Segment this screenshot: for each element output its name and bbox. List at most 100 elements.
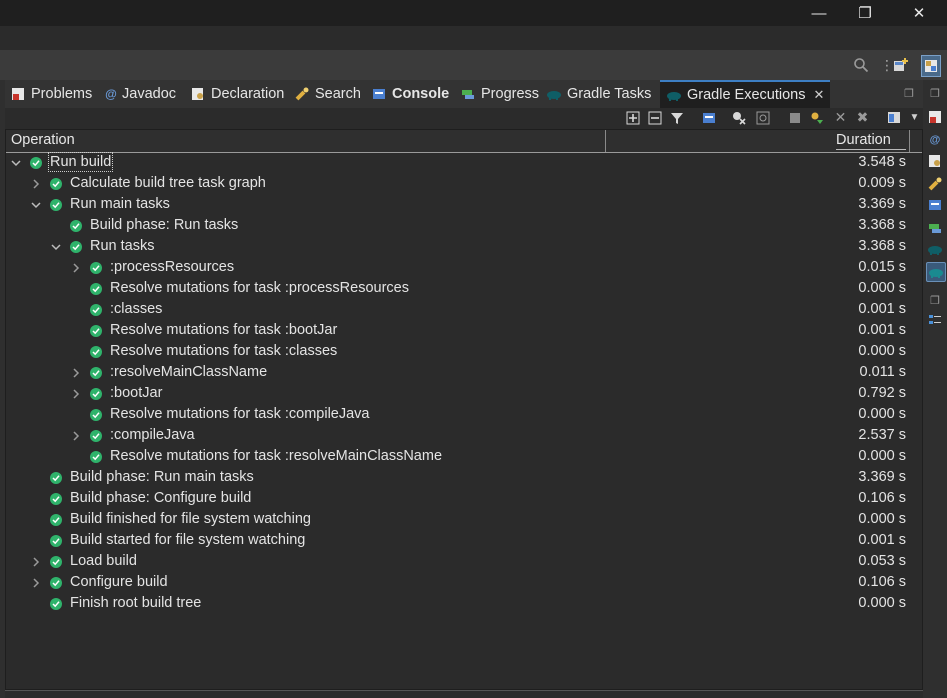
tree-row[interactable]: Resolve mutations for task :bootJar 0.001… [6, 321, 916, 342]
tree-row[interactable]: Resolve mutations for task :processResou… [6, 279, 916, 300]
restore-stack-icon-2[interactable]: ❐ [926, 291, 944, 309]
tree-row[interactable]: Build phase: Configure build 0.106 s [6, 489, 916, 510]
chevron-down-icon[interactable] [10, 156, 22, 170]
tree-row[interactable]: Calculate build tree task graph 0.009 s [6, 174, 916, 195]
tree-row[interactable]: :classes 0.001 s [6, 300, 916, 321]
duration-value: 3.369 s [858, 196, 906, 212]
restore-button[interactable]: ❐ [842, 0, 888, 26]
chevron-down-icon[interactable] [50, 240, 62, 254]
duration-value: 0.053 s [858, 553, 906, 569]
column-separator[interactable] [909, 130, 910, 152]
restore-stack-icon[interactable]: ❐ [926, 84, 944, 102]
tree-row[interactable]: Finish root build tree 0.000 s [6, 594, 916, 615]
tab-label: Problems [31, 86, 93, 102]
close-tab-icon[interactable]: ✕ [813, 87, 824, 103]
search-flashlight-icon[interactable] [926, 175, 944, 193]
show-console-icon[interactable] [700, 109, 717, 126]
tree-row[interactable]: Run build 3.548 s [6, 152, 916, 174]
gradle-elephant-icon [546, 86, 562, 102]
tree-row[interactable]: Run tasks 3.368 s [6, 237, 916, 258]
tab-gradle-tasks[interactable]: Gradle Tasks [546, 80, 651, 108]
console-icon [371, 86, 387, 102]
minimize-button[interactable]: — [796, 0, 842, 26]
chevron-right-icon[interactable] [30, 576, 42, 590]
remove-terminated-icon[interactable] [730, 109, 747, 126]
progress-icon [460, 86, 476, 102]
gradle-tasks-icon[interactable] [926, 240, 944, 258]
table-header [6, 130, 922, 153]
display-selected-icon[interactable] [886, 109, 903, 126]
tree-row[interactable]: Build finished for file system watching 0… [6, 510, 916, 531]
tab-declaration[interactable]: Declaration [190, 80, 284, 108]
chevron-right-icon[interactable] [70, 429, 82, 443]
chevron-down-icon[interactable] [30, 198, 42, 212]
remove-all-icon[interactable]: ✖ [854, 109, 871, 126]
column-separator[interactable] [605, 130, 606, 152]
tree-row[interactable]: Run main tasks 3.369 s [6, 195, 916, 216]
operation-label: Resolve mutations for task :bootJar [110, 322, 338, 338]
search-icon[interactable] [852, 56, 870, 74]
tab-search[interactable]: Search [294, 80, 361, 108]
tab-label: Declaration [211, 86, 285, 102]
tree-row[interactable]: Build started for file system watching 0.… [6, 531, 916, 552]
tab-javadoc[interactable]: @ Javadoc [105, 80, 176, 108]
rerun-icon[interactable] [754, 109, 771, 126]
javadoc-icon[interactable]: @ [926, 131, 944, 149]
duration-value: 3.369 s [858, 469, 906, 485]
gradle-executions-icon[interactable] [926, 262, 946, 282]
stop-icon[interactable] [786, 109, 803, 126]
chevron-right-icon[interactable] [30, 177, 42, 191]
chevron-right-icon[interactable] [70, 261, 82, 275]
tree-row[interactable]: Build phase: Run tasks 3.368 s [6, 216, 916, 237]
collapse-all-icon[interactable] [646, 109, 663, 126]
filter-icon[interactable] [668, 109, 685, 126]
success-icon [50, 598, 62, 610]
console-icon[interactable] [926, 196, 944, 214]
tree-row[interactable]: :resolveMainClassName 0.011 s [6, 363, 916, 384]
tab-progress[interactable]: Progress [460, 80, 539, 108]
operation-label: Resolve mutations for task :resolveMainC… [110, 448, 443, 464]
tree-row[interactable]: :bootJar 0.792 s [6, 384, 916, 405]
tab-label: Gradle Executions [687, 87, 806, 103]
duration-value: 0.001 s [858, 301, 906, 317]
expand-all-icon[interactable] [624, 109, 641, 126]
restore-icon: ❐ [858, 5, 872, 22]
tree-row[interactable]: Resolve mutations for task :classes 0.000… [6, 342, 916, 363]
java-perspective-icon[interactable] [921, 55, 941, 77]
rerun-failed-icon[interactable] [808, 109, 825, 126]
tree-row[interactable]: Resolve mutations for task :compileJava 0… [6, 405, 916, 426]
success-icon [50, 577, 62, 589]
declaration-icon [190, 86, 206, 102]
chevron-right-icon[interactable] [30, 555, 42, 569]
view-menu-icon[interactable]: ▼ [906, 109, 923, 126]
tab-problems[interactable]: Problems [10, 80, 92, 108]
remove-icon[interactable]: ✕ [832, 109, 849, 126]
operation-label: Load build [70, 553, 137, 569]
operation-column-header[interactable]: Operation [11, 132, 75, 148]
duration-value: 3.368 s [858, 238, 906, 254]
tree-row[interactable]: Configure build 0.106 s [6, 573, 916, 594]
open-perspective-icon[interactable] [892, 56, 910, 74]
operation-label: Configure build [70, 574, 168, 590]
progress-icon[interactable] [926, 219, 944, 237]
operation-label: :resolveMainClassName [110, 364, 268, 380]
outline-icon[interactable] [926, 311, 944, 329]
duration-column-header[interactable]: Duration [836, 132, 906, 150]
success-icon [90, 451, 102, 463]
problems-icon[interactable] [926, 108, 944, 126]
tree-row[interactable]: Build phase: Run main tasks 3.369 s [6, 468, 916, 489]
chevron-right-icon[interactable] [70, 366, 82, 380]
success-icon [50, 199, 62, 211]
tree-row[interactable]: Load build 0.053 s [6, 552, 916, 573]
success-icon [90, 388, 102, 400]
tab-gradle-executions[interactable]: Gradle Executions ✕ [660, 80, 831, 108]
chevron-right-icon[interactable] [70, 387, 82, 401]
tree-row[interactable]: Resolve mutations for task :resolveMainC… [6, 447, 916, 468]
close-window-button[interactable]: ✕ [896, 0, 942, 26]
tree-row[interactable]: :processResources 0.015 s [6, 258, 916, 279]
success-icon [70, 241, 82, 253]
tab-console[interactable]: Console [371, 80, 449, 108]
declaration-icon[interactable] [926, 152, 944, 170]
tree-row[interactable]: :compileJava 2.537 s [6, 426, 916, 447]
minimize-view-icon[interactable]: ❐ [900, 84, 918, 102]
